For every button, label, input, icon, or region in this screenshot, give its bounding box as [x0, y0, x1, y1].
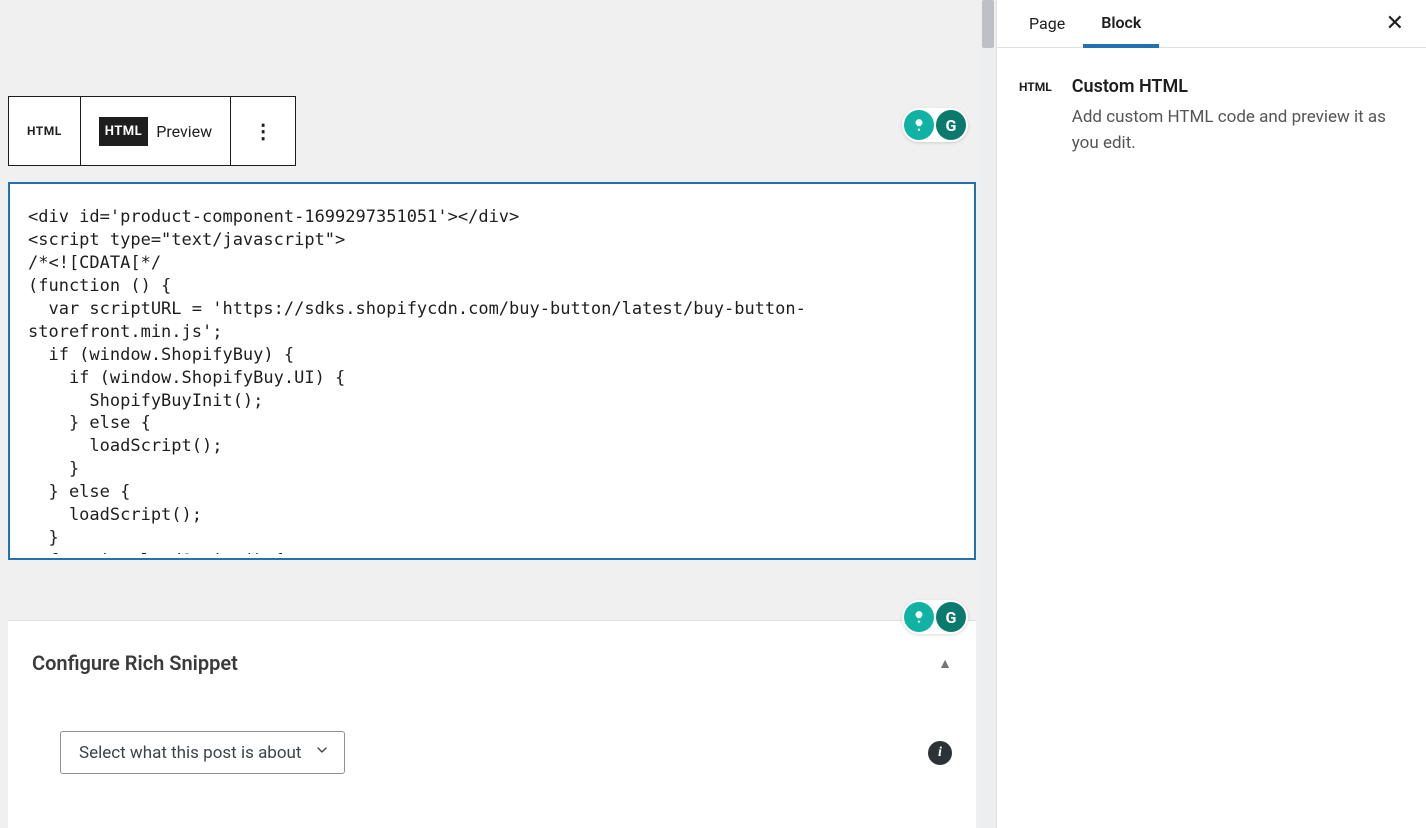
grammarly-widget[interactable]: G	[902, 108, 968, 142]
select-label: Select what this post is about	[79, 743, 302, 763]
rich-snippet-header[interactable]: Configure Rich Snippet ▲	[32, 651, 952, 675]
custom-html-block	[8, 182, 976, 560]
block-description: Add custom HTML code and preview it as y…	[1072, 105, 1404, 156]
tab-block[interactable]: Block	[1083, 0, 1159, 48]
block-title: Custom HTML	[1072, 76, 1404, 97]
settings-sidebar: Page Block ✕ HTML Custom HTML Add custom…	[996, 0, 1426, 828]
grammarly-icon: G	[936, 602, 966, 632]
chevron-down-icon	[314, 742, 330, 763]
main-scrollbar[interactable]	[980, 0, 996, 828]
scrollbar-thumb[interactable]	[982, 0, 994, 48]
assistant-icon	[904, 602, 934, 632]
sidebar-tabs: Page Block ✕	[997, 0, 1426, 48]
more-options-button[interactable]: ⋮	[231, 97, 295, 165]
html-badge-icon: HTML	[99, 117, 148, 146]
preview-label: Preview	[156, 122, 212, 141]
block-toolbar: HTML HTML Preview ⋮	[8, 96, 296, 166]
assistant-icon	[904, 110, 934, 140]
block-type-button[interactable]: HTML	[9, 97, 81, 165]
html-icon: HTML	[1019, 76, 1052, 156]
editor-canvas: HTML HTML Preview ⋮ G G	[0, 0, 996, 828]
rich-snippet-title: Configure Rich Snippet	[32, 651, 238, 675]
block-info-section: HTML Custom HTML Add custom HTML code an…	[997, 48, 1426, 184]
grammarly-widget-lower[interactable]: G	[902, 600, 968, 634]
html-code-input[interactable]	[10, 184, 974, 554]
html-icon: HTML	[27, 124, 62, 138]
collapse-caret-icon: ▲	[938, 655, 952, 672]
editor-main: HTML HTML Preview ⋮ G G	[0, 0, 996, 828]
rich-snippet-panel: Configure Rich Snippet ▲ Select what thi…	[8, 620, 976, 828]
grammarly-icon: G	[936, 110, 966, 140]
html-preview-toggle[interactable]: HTML Preview	[81, 97, 231, 165]
tab-page[interactable]: Page	[1011, 0, 1083, 48]
close-sidebar-button[interactable]: ✕	[1378, 11, 1412, 36]
info-icon[interactable]: i	[928, 741, 952, 765]
snippet-type-select[interactable]: Select what this post is about	[60, 731, 345, 774]
